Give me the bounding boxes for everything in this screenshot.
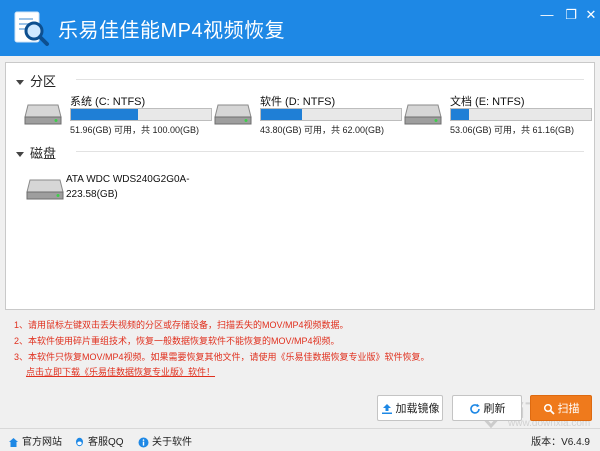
scan-label: 扫描 xyxy=(557,403,580,415)
usage-bar-fill xyxy=(261,109,302,120)
usage-bar xyxy=(450,108,592,121)
partition-usage: 51.96(GB) 可用，共 100.00(GB) xyxy=(70,125,200,135)
usage-bar-fill xyxy=(451,109,470,120)
restore-button[interactable]: ❐ xyxy=(560,6,582,24)
load-image-button[interactable]: 加载镜像 xyxy=(377,395,443,421)
disks-header-label: 磁盘 xyxy=(30,146,57,161)
partition-name: 文档 (E: NTFS) xyxy=(450,96,525,108)
refresh-label: 刷新 xyxy=(483,403,506,415)
note-1: 1、请用鼠标左键双击丢失视频的分区或存储设备，扫描丢失的MOV/MP4视频数据。 xyxy=(14,320,349,330)
download-link[interactable]: 点击立即下载《乐易佳数据恢复专业版》软件！ xyxy=(26,365,215,378)
version-label: 版本：V6.4.9 xyxy=(531,437,590,448)
qq-link[interactable]: 客服QQ xyxy=(74,433,124,448)
hard-drive-icon xyxy=(214,104,252,125)
home-icon xyxy=(9,437,18,447)
collapse-arrow-icon[interactable] xyxy=(16,152,24,158)
about-label: 关于软件 xyxy=(152,437,192,448)
hard-drive-icon[interactable] xyxy=(26,178,64,200)
app-logo-icon xyxy=(14,11,49,46)
website-label: 官方网站 xyxy=(22,437,62,448)
status-bar: 官方网站 客服QQ 关于软件 版本：V6.4.9 xyxy=(0,428,600,451)
partition-usage: 53.06(GB) 可用，共 61.16(GB) xyxy=(450,125,575,135)
hard-drive-icon xyxy=(24,104,62,125)
qq-label: 客服QQ xyxy=(88,437,124,448)
partition-d[interactable]: 软件 (D: NTFS) 43.80(GB) 可用，共 62.00(GB) xyxy=(214,93,402,139)
refresh-button[interactable]: 刷新 xyxy=(452,395,522,421)
usage-bar xyxy=(70,108,212,121)
note-3: 3、本软件只恢复MOV/MP4视频。如果需要恢复其他文件，请使用《乐易佳数据恢复… xyxy=(14,352,430,362)
partition-c[interactable]: 系统 (C: NTFS) 51.96(GB) 可用，共 100.00(GB) xyxy=(24,93,212,139)
load-image-label: 加载镜像 xyxy=(395,403,440,415)
refresh-icon xyxy=(469,403,480,414)
usage-bar xyxy=(260,108,402,121)
disk-size: 223.58(GB) xyxy=(66,189,118,200)
disks-header: 磁盘 xyxy=(16,143,56,162)
device-panel: 分区 系统 (C: NTFS) 51.96(GB) 可用，共 100.00(GB… xyxy=(5,62,595,310)
qq-icon xyxy=(76,437,83,447)
partition-name: 系统 (C: NTFS) xyxy=(70,96,146,108)
search-icon xyxy=(543,404,555,415)
upload-icon xyxy=(381,404,392,415)
info-icon xyxy=(138,437,149,448)
website-link[interactable]: 官方网站 xyxy=(8,433,62,448)
partitions-header: 分区 xyxy=(16,71,56,90)
app-title: 乐易佳佳能MP4视频恢复 xyxy=(58,20,286,42)
about-link[interactable]: 关于软件 xyxy=(138,433,192,448)
partition-e[interactable]: 文档 (E: NTFS) 53.06(GB) 可用，共 61.16(GB) xyxy=(404,93,592,139)
minimize-button[interactable]: — xyxy=(536,6,558,24)
note-2: 2、本软件使用碎片重组技术，恢复一般数据恢复软件不能恢复的MOV/MP4视频。 xyxy=(14,336,340,346)
partitions-header-label: 分区 xyxy=(30,74,57,89)
partition-name: 软件 (D: NTFS) xyxy=(260,96,336,108)
usage-bar-fill xyxy=(71,109,139,120)
divider xyxy=(76,151,584,152)
partition-usage: 43.80(GB) 可用，共 62.00(GB) xyxy=(260,125,385,135)
title-bar: 乐易佳佳能MP4视频恢复 — ❐ ✕ xyxy=(0,0,600,56)
disk-name[interactable]: ATA WDC WDS240G2G0A- xyxy=(66,174,190,185)
divider xyxy=(76,79,584,80)
collapse-arrow-icon[interactable] xyxy=(16,80,24,86)
scan-button[interactable]: 扫描 xyxy=(530,395,592,421)
hard-drive-icon xyxy=(404,104,442,125)
close-button[interactable]: ✕ xyxy=(580,6,600,24)
